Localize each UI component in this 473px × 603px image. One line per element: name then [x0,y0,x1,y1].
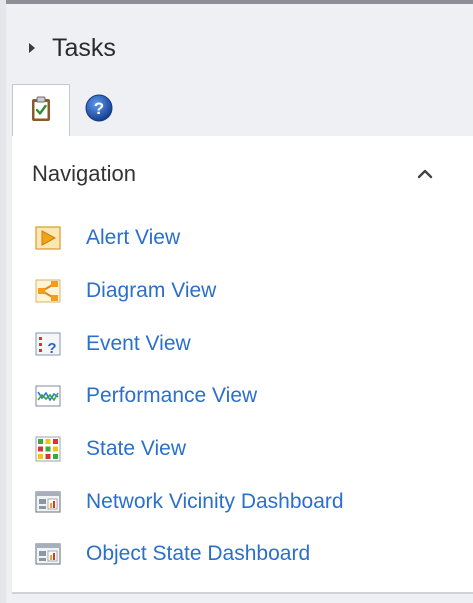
nav-item-label: Performance View [86,384,258,408]
top-divider [0,0,473,4]
nav-item-object-state-dashboard[interactable]: Object State Dashboard [12,528,473,581]
tab-strip: ? [12,84,473,137]
tab-tasks[interactable] [12,84,70,137]
dashboard-icon [34,488,62,516]
nav-item-label: Network Vicinity Dashboard [86,489,344,513]
nav-item-label: Object State Dashboard [86,542,311,566]
nav-item-label: Diagram View [86,279,217,303]
event-view-icon: ? [34,330,62,358]
chevron-right-icon[interactable] [12,41,52,55]
performance-view-icon [34,382,62,410]
nav-item-performance-view[interactable]: Performance View [12,370,473,423]
nav-item-diagram-view[interactable]: Diagram View [12,265,473,318]
nav-item-state-view[interactable]: State View [12,423,473,476]
diagram-view-icon [34,277,62,305]
dashboard-icon [34,540,62,568]
left-edge [0,0,6,603]
svg-text:?: ? [47,340,56,357]
navigation-list: Alert View Diagram View ? Event View Per… [12,212,473,581]
navigation-title: Navigation [32,161,136,186]
alert-view-icon [34,224,62,252]
nav-item-network-vicinity-dashboard[interactable]: Network Vicinity Dashboard [12,475,473,528]
nav-item-event-view[interactable]: ? Event View [12,317,473,370]
clipboard-check-icon [27,95,55,128]
svg-text:?: ? [94,99,104,118]
navigation-panel: Navigation Alert View Diagram View ? Eve… [12,136,473,592]
bottom-divider [12,592,473,594]
chevron-up-icon[interactable] [403,152,447,196]
navigation-header: Navigation [12,136,473,212]
tasks-header[interactable]: Tasks [12,18,473,78]
tab-help[interactable]: ? [70,84,128,136]
help-circle-icon: ? [84,93,114,128]
tasks-title: Tasks [52,33,116,62]
nav-item-alert-view[interactable]: Alert View [12,212,473,265]
tasks-pane: Tasks ? Navigation Alert View Diagram Vi… [0,0,473,603]
nav-item-label: Event View [86,331,191,355]
nav-item-label: Alert View [86,226,181,250]
state-view-icon [34,435,62,463]
nav-item-label: State View [86,437,187,461]
